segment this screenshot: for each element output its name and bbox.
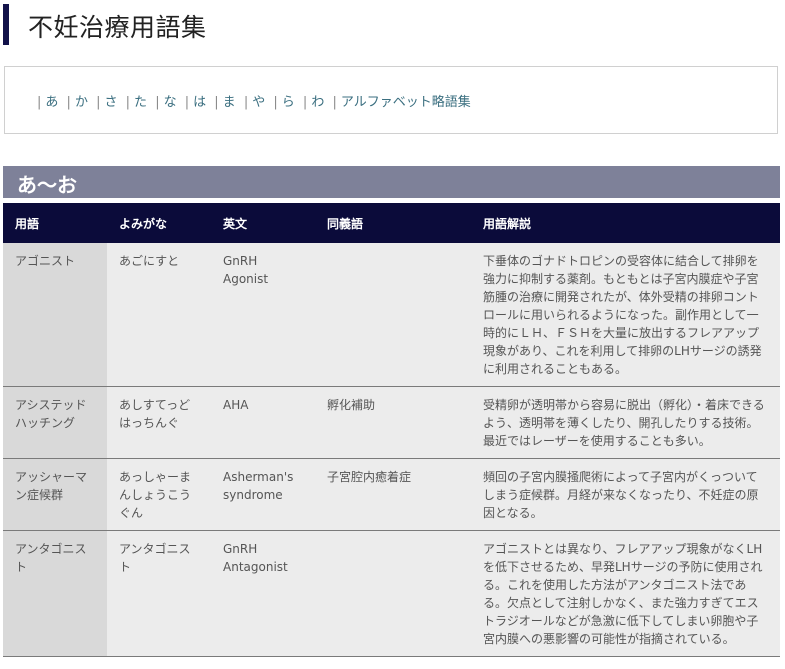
column-header-reading: よみがな (107, 203, 211, 243)
index-link-sa[interactable]: さ (104, 95, 117, 110)
index-separator: | (302, 95, 308, 110)
term-cell: アンタゴニスト (3, 530, 107, 657)
index-link-ta[interactable]: た (134, 95, 147, 110)
index-separator: | (214, 95, 219, 110)
synonym-cell (315, 243, 471, 387)
column-header-definition: 用語解説 (471, 203, 780, 243)
column-header-english: 英文 (211, 203, 315, 243)
definition-cell: 頻回の子宮内膜掻爬術によって子宮内がくっついてしまう症候群。月経が来なくなったり… (471, 458, 780, 531)
table-row: アッシャーマン症候群 あっしゃーまんしょうこうぐん Asherman's syn… (3, 458, 780, 531)
definition-cell: 受精卵が透明帯から容易に脱出（孵化）・着床できるよう、透明帯を薄くしたり、開孔し… (471, 386, 780, 459)
table-row: アシステッドハッチング あしすてっどはっちんぐ AHA 孵化補助 受精卵が透明帯… (3, 386, 780, 459)
index-link-ha[interactable]: は (193, 95, 206, 110)
index-separator: | (184, 95, 190, 110)
index-separator: | (273, 95, 278, 110)
english-cell: Asherman's syndrome (211, 458, 315, 531)
english-cell: GnRH Antagonist (211, 530, 315, 657)
index-separator: | (66, 95, 71, 110)
index-link-na[interactable]: な (164, 95, 177, 110)
index-separator: | (332, 95, 337, 110)
table-header-row: 用語 よみがな 英文 同義語 用語解説 (3, 203, 780, 243)
index-separator: | (243, 95, 249, 110)
page-title: 不妊治療用語集 (28, 13, 207, 42)
index-separator: | (37, 95, 42, 110)
index-separator: | (125, 95, 131, 110)
index-link-wa[interactable]: わ (311, 95, 324, 110)
kana-index-box: | あ | か | さ | た | な | は | ま | や | ら | わ | アルファベット略語… (4, 66, 778, 134)
index-link-ya[interactable]: や (252, 95, 265, 110)
index-link-ra[interactable]: ら (282, 95, 295, 110)
synonym-cell: 孵化補助 (315, 386, 471, 459)
section-heading: あ〜お (17, 173, 77, 197)
table-row: アゴニスト あごにすと GnRH Agonist 下垂体のゴナドトロピンの受容体… (3, 243, 780, 387)
kana-index-nav: | あ | か | さ | た | な | は | ま | や | ら | わ | アルファベット略語… (33, 91, 471, 110)
glossary-table: 用語 よみがな 英文 同義語 用語解説 アゴニスト あごにすと GnRH Ago… (3, 203, 780, 657)
index-link-ma[interactable]: ま (223, 95, 236, 110)
english-cell: GnRH Agonist (211, 243, 315, 387)
synonym-cell (315, 530, 471, 657)
column-header-synonym: 同義語 (315, 203, 471, 243)
term-cell: アシステッドハッチング (3, 386, 107, 459)
table-row: アンタゴニスト アンタゴニスト GnRH Antagonist アゴニストとは異… (3, 530, 780, 657)
reading-cell: アンタゴニスト (107, 530, 211, 657)
section-heading-bar: あ〜お (3, 166, 780, 198)
term-cell: アッシャーマン症候群 (3, 458, 107, 531)
term-cell: アゴニスト (3, 243, 107, 387)
column-header-term: 用語 (3, 203, 107, 243)
index-link-ka[interactable]: か (75, 95, 88, 110)
page-header: 不妊治療用語集 (0, 0, 785, 46)
title-accent-bar (3, 4, 9, 45)
definition-cell: アゴニストとは異なり、フレアアップ現象がなくLHを低下させるため、早発LHサージ… (471, 530, 780, 657)
reading-cell: あごにすと (107, 243, 211, 387)
synonym-cell: 子宮腔内癒着症 (315, 458, 471, 531)
index-link-a[interactable]: あ (45, 95, 58, 110)
reading-cell: あしすてっどはっちんぐ (107, 386, 211, 459)
index-separator: | (96, 95, 101, 110)
definition-cell: 下垂体のゴナドトロピンの受容体に結合して排卵を強力に抑制する薬剤。もともとは子宮… (471, 243, 780, 387)
reading-cell: あっしゃーまんしょうこうぐん (107, 458, 211, 531)
index-link-alphabet[interactable]: アルファベット略語集 (341, 95, 471, 110)
index-separator: | (155, 95, 160, 110)
english-cell: AHA (211, 386, 315, 459)
